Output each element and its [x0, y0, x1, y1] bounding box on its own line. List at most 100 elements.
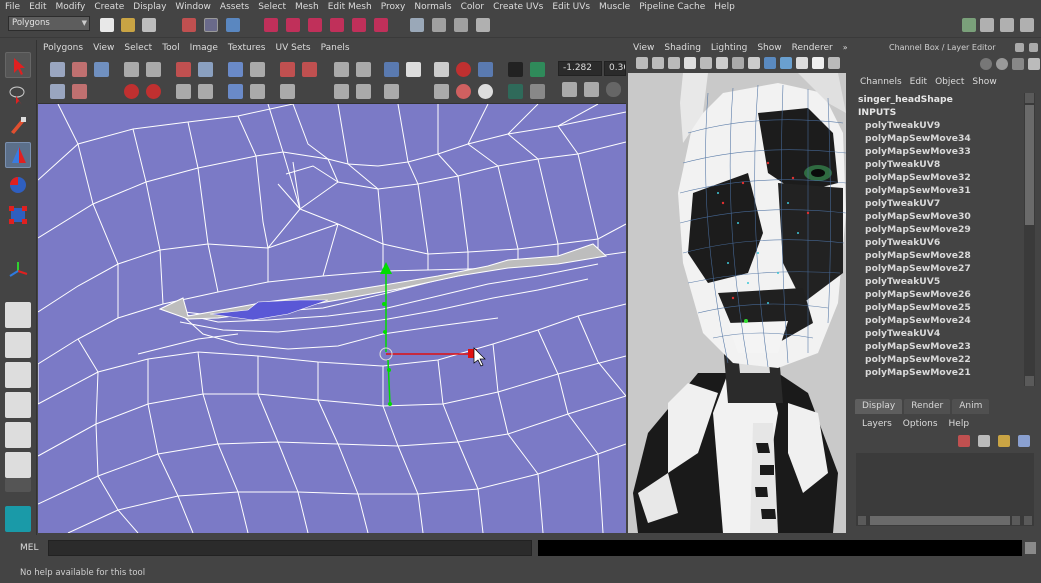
uv-pixel-snap-icon[interactable]: [456, 62, 471, 77]
uv-menu-image[interactable]: Image: [185, 43, 223, 53]
tab-anim[interactable]: Anim: [952, 399, 990, 414]
uv-select-shell-icon[interactable]: [280, 84, 295, 99]
uv-relax-icon[interactable]: [250, 84, 265, 99]
input-node[interactable]: polyMapSewMove33: [855, 145, 1023, 158]
wireframe-icon[interactable]: [748, 57, 760, 69]
uv-toggle-isolate-icon[interactable]: [50, 62, 65, 77]
uv-add-isolate-icon[interactable]: [72, 62, 87, 77]
persp-menu-renderer[interactable]: Renderer: [787, 43, 838, 53]
snap-live-icon[interactable]: [352, 18, 366, 32]
uv-copy-icon[interactable]: [562, 82, 577, 97]
menu-create[interactable]: Create: [89, 2, 128, 12]
uv-menu-panels[interactable]: Panels: [316, 43, 355, 53]
uv-exposure-icon[interactable]: [508, 62, 523, 77]
universal-manipulator-icon[interactable]: [5, 258, 31, 284]
uv-flip-u-icon[interactable]: [50, 84, 65, 99]
uv-pin-icon[interactable]: [280, 62, 295, 77]
tab-display[interactable]: Display: [855, 399, 903, 414]
render-current-icon[interactable]: [432, 18, 446, 32]
wireframe-on-shaded-icon[interactable]: [780, 57, 792, 69]
smooth-shade-icon[interactable]: [764, 57, 776, 69]
layout-graph-icon[interactable]: [5, 392, 31, 418]
layout-hypershade-icon[interactable]: [5, 422, 31, 448]
paint-select-tool-icon[interactable]: [5, 112, 31, 138]
command-input[interactable]: [48, 540, 532, 556]
uv-gamma-icon[interactable]: [530, 62, 545, 77]
uv-split-icon[interactable]: [176, 84, 191, 99]
scroll-left-icon[interactable]: [858, 516, 866, 525]
input-node[interactable]: polyMapSewMove29: [855, 223, 1023, 236]
menu-window[interactable]: Window: [170, 2, 215, 12]
cb-menu-channels[interactable]: Channels: [858, 77, 908, 87]
uv-cut-icon[interactable]: [176, 62, 191, 77]
input-node[interactable]: polyMapSewMove31: [855, 184, 1023, 197]
input-node[interactable]: polyTweakUV7: [855, 197, 1023, 210]
input-node[interactable]: polyTweakUV9: [855, 119, 1023, 132]
scroll-end-icon[interactable]: [1024, 516, 1032, 525]
uv-move-icon[interactable]: [124, 62, 139, 77]
uv-menu-tool[interactable]: Tool: [157, 43, 184, 53]
modeling-toolkit-icon[interactable]: [962, 18, 976, 32]
bookmark-icon[interactable]: [668, 57, 680, 69]
select-hierarchy-icon[interactable]: [182, 18, 196, 32]
lights-icon[interactable]: [812, 57, 824, 69]
input-node[interactable]: polyMapSewMove26: [855, 288, 1023, 301]
command-language-label[interactable]: MEL: [20, 543, 38, 553]
uv-align-u-icon[interactable]: [228, 62, 243, 77]
uv-grow-selection-icon[interactable]: [356, 84, 371, 99]
layer-menu-layers[interactable]: Layers: [856, 419, 897, 429]
uv-color-management-icon[interactable]: [530, 84, 545, 99]
uv-editor-viewport[interactable]: [38, 104, 626, 533]
history-icon[interactable]: [374, 18, 388, 32]
new-layer-selected-icon[interactable]: [1018, 435, 1030, 447]
uv-remove-isolate-icon[interactable]: [94, 62, 109, 77]
textured-icon[interactable]: [796, 57, 808, 69]
menu-mesh[interactable]: Mesh: [290, 2, 323, 12]
uv-distortion-icon[interactable]: [434, 84, 449, 99]
shadows-icon[interactable]: [828, 57, 840, 69]
lasso-tool-icon[interactable]: [5, 82, 31, 108]
object-name[interactable]: singer_headShape: [855, 93, 1023, 106]
menu-edit-mesh[interactable]: Edit Mesh: [323, 2, 376, 12]
render-view-icon[interactable]: [410, 18, 424, 32]
uv-rotate-ccw-icon[interactable]: [124, 84, 139, 99]
image-plane-icon[interactable]: [684, 57, 696, 69]
uv-select-border-icon[interactable]: [334, 62, 349, 77]
ipr-render-icon[interactable]: [454, 18, 468, 32]
uv-paste-icon[interactable]: [584, 82, 599, 97]
snap-plane-icon[interactable]: [330, 18, 344, 32]
uv-grid-icon[interactable]: [250, 62, 265, 77]
uv-menu-select[interactable]: Select: [119, 43, 157, 53]
render-settings-icon[interactable]: [476, 18, 490, 32]
uv-view-transform-icon[interactable]: [508, 84, 523, 99]
input-node[interactable]: polyMapSewMove23: [855, 340, 1023, 353]
menu-edit[interactable]: Edit: [24, 2, 50, 12]
persp-menu-shading[interactable]: Shading: [659, 43, 706, 53]
script-editor-icon[interactable]: [1025, 542, 1036, 554]
input-node[interactable]: polyMapSewMove22: [855, 353, 1023, 366]
select-component-icon[interactable]: [226, 18, 240, 32]
input-node[interactable]: polyMapSewMove27: [855, 262, 1023, 275]
close-panel-icon[interactable]: [1029, 43, 1038, 52]
select-tool-icon[interactable]: [5, 52, 31, 78]
save-scene-icon[interactable]: [142, 18, 156, 32]
snap-curve-icon[interactable]: [286, 18, 300, 32]
select-camera-icon[interactable]: [636, 57, 648, 69]
uv-menu-polygons[interactable]: Polygons: [38, 43, 88, 53]
grid-icon[interactable]: [700, 57, 712, 69]
uv-rotate-cw-icon[interactable]: [146, 84, 161, 99]
scroll-up-icon[interactable]: [1025, 93, 1034, 103]
menu-muscle[interactable]: Muscle: [594, 2, 634, 12]
input-node[interactable]: polyMapSewMove24: [855, 314, 1023, 327]
layout-outliner-icon[interactable]: [5, 362, 31, 388]
move-tool-icon[interactable]: [5, 142, 31, 168]
input-node[interactable]: polyMapSewMove25: [855, 301, 1023, 314]
tool-settings-icon[interactable]: [1000, 18, 1014, 32]
rotate-tool-icon[interactable]: [5, 172, 31, 198]
input-node[interactable]: polyTweakUV5: [855, 275, 1023, 288]
uv-menu-view[interactable]: View: [88, 43, 119, 53]
input-node[interactable]: polyTweakUV8: [855, 158, 1023, 171]
camera-attr-icon[interactable]: [652, 57, 664, 69]
layout-uv-icon[interactable]: [5, 452, 31, 478]
cb-menu-object[interactable]: Object: [933, 77, 970, 87]
